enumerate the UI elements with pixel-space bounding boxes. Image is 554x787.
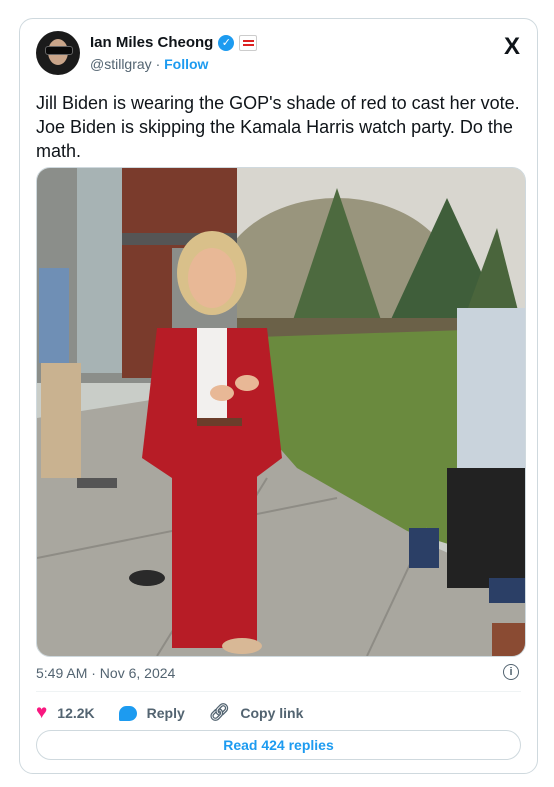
author-handle-row: @stillgray · Follow [90, 56, 208, 72]
read-replies-button[interactable]: Read 424 replies [36, 730, 521, 760]
author-handle[interactable]: @stillgray [90, 56, 152, 72]
author-avatar[interactable] [36, 31, 80, 75]
handle-separator: · [155, 56, 161, 72]
x-logo-icon[interactable]: X [504, 33, 520, 61]
heart-icon: ♥ [36, 702, 48, 723]
divider [36, 691, 521, 692]
info-icon[interactable]: i [503, 664, 519, 680]
avatar-glasses [45, 46, 73, 55]
reply-button[interactable]: Reply [118, 705, 185, 721]
tweet-timestamp[interactable]: 5:49 AM · Nov 6, 2024 [36, 665, 175, 681]
photo-illustration [37, 168, 525, 656]
copy-link-label: Copy link [240, 705, 304, 721]
author-name-row: Ian Miles Cheong ✓ [90, 34, 258, 51]
tweet-text: Jill Biden is wearing the GOP's shade of… [36, 93, 520, 161]
verified-badge-icon: ✓ [218, 34, 235, 51]
like-count: 12.2K [57, 705, 95, 721]
link-icon: 🔗︎ [208, 703, 231, 722]
reply-bubble-icon [118, 705, 137, 721]
like-button[interactable]: ♥ 12.2K [36, 702, 95, 724]
action-bar: ♥ 12.2K Reply 🔗︎ Copy link [36, 702, 327, 724]
copy-link-button[interactable]: 🔗︎ Copy link [209, 703, 304, 723]
tweet-card: Ian Miles Cheong ✓ @stillgray · Follow X… [19, 18, 538, 774]
tweet-photo[interactable] [36, 167, 526, 657]
author-name[interactable]: Ian Miles Cheong [90, 34, 213, 51]
follow-button[interactable]: Follow [164, 56, 208, 72]
affiliate-badge-icon[interactable] [239, 34, 258, 51]
reply-label: Reply [146, 705, 185, 721]
